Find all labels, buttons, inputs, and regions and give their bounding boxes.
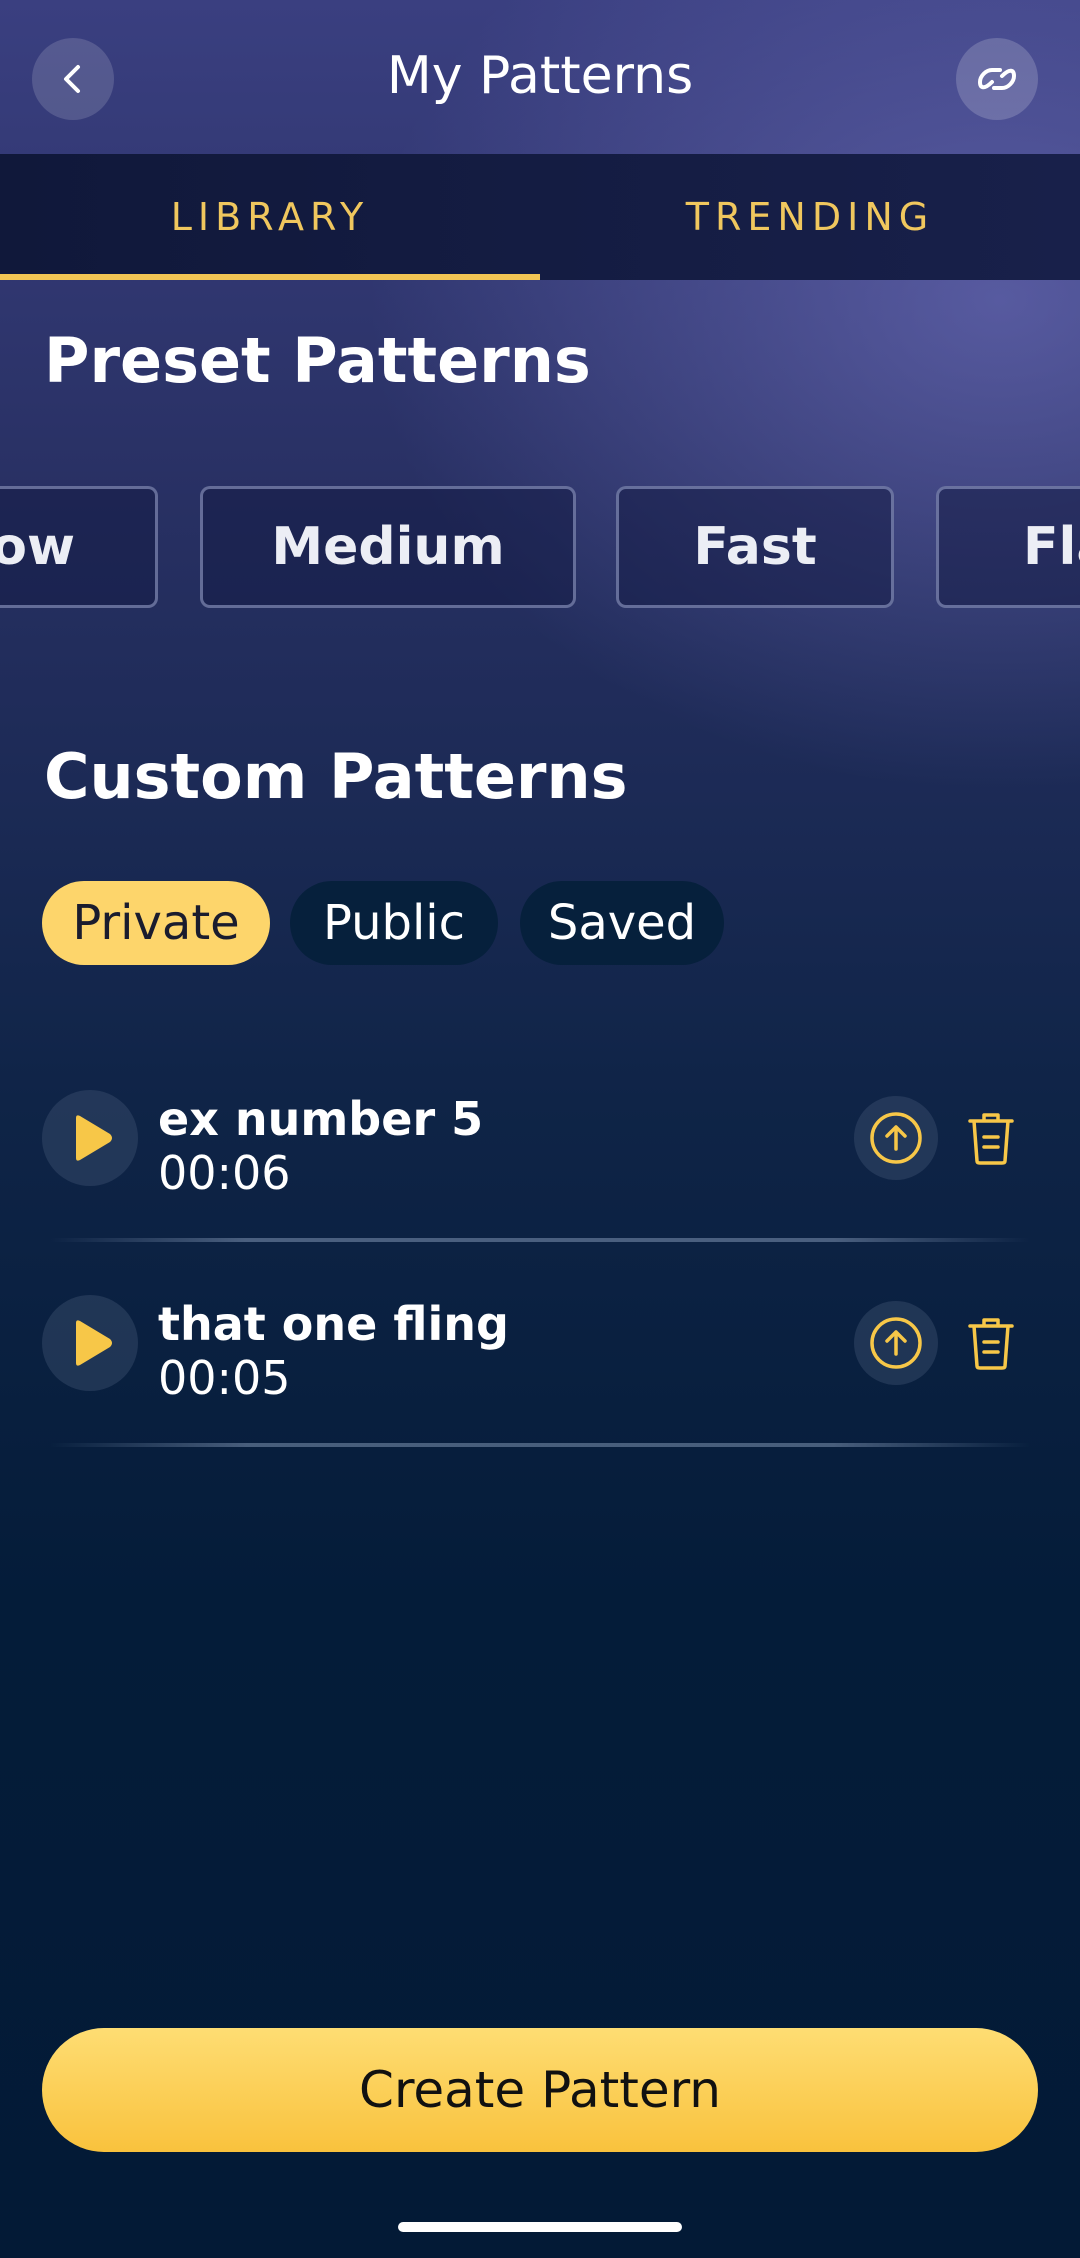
pattern-row[interactable]: that one fling 00:05: [0, 1253, 1080, 1433]
preset-patterns-carousel[interactable]: Slow Medium Fast Flash: [0, 486, 1080, 612]
trash-icon: [968, 1318, 1014, 1370]
preset-patterns-title: Preset Patterns: [44, 324, 591, 397]
home-indicator: [398, 2222, 682, 2232]
tab-trending[interactable]: TRENDING: [540, 154, 1080, 280]
custom-patterns-title: Custom Patterns: [44, 740, 628, 813]
upload-arrow-icon: [870, 1112, 922, 1164]
upload-arrow-icon: [870, 1317, 922, 1369]
publish-button[interactable]: [854, 1096, 938, 1180]
pattern-duration: 00:05: [158, 1351, 291, 1405]
link-icon: [977, 68, 1017, 90]
play-icon: [76, 1320, 112, 1366]
publish-button[interactable]: [854, 1301, 938, 1385]
filter-saved[interactable]: Saved: [520, 881, 724, 965]
preset-medium[interactable]: Medium: [200, 486, 576, 608]
link-button[interactable]: [956, 38, 1038, 120]
preset-slow[interactable]: Slow: [0, 486, 158, 608]
preset-label: Fast: [693, 517, 817, 577]
preset-fast[interactable]: Fast: [616, 486, 894, 608]
divider: [50, 1238, 1030, 1242]
tab-library[interactable]: LIBRARY: [0, 154, 540, 280]
filter-private[interactable]: Private: [42, 881, 270, 965]
delete-button[interactable]: [960, 1303, 1022, 1383]
page-title: My Patterns: [386, 46, 694, 106]
pattern-row[interactable]: ex number 5 00:06: [0, 1048, 1080, 1228]
trash-icon: [968, 1113, 1014, 1165]
pattern-name: ex number 5: [158, 1092, 484, 1146]
play-button[interactable]: [42, 1295, 138, 1391]
preset-flash[interactable]: Flash: [936, 486, 1080, 608]
play-button[interactable]: [42, 1090, 138, 1186]
preset-label: Slow: [0, 517, 75, 577]
play-icon: [76, 1115, 112, 1161]
divider: [50, 1443, 1030, 1447]
filter-public[interactable]: Public: [290, 881, 498, 965]
delete-button[interactable]: [960, 1098, 1022, 1178]
tab-bar: LIBRARY TRENDING: [0, 154, 1080, 280]
create-pattern-button[interactable]: Create Pattern: [42, 2028, 1038, 2152]
pattern-name: that one fling: [158, 1297, 509, 1351]
preset-label: Flash: [1023, 517, 1080, 577]
top-app-bar: My Patterns: [0, 0, 1080, 154]
preset-label: Medium: [271, 517, 505, 577]
pattern-duration: 00:06: [158, 1146, 291, 1200]
